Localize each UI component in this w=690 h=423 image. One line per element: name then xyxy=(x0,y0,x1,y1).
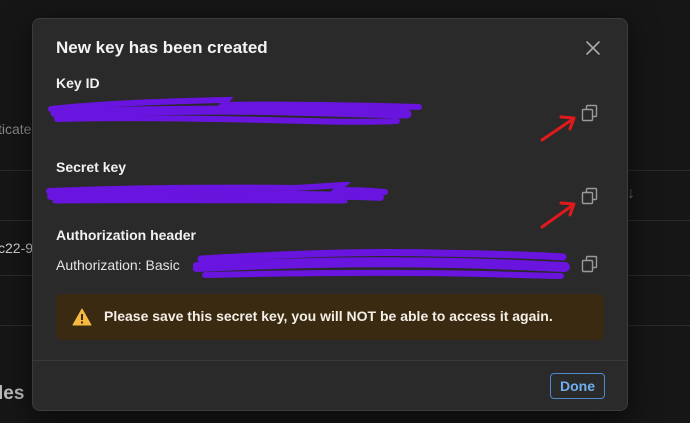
key-id-redaction xyxy=(48,96,422,125)
copy-secret-key-button[interactable] xyxy=(580,186,600,206)
close-button[interactable] xyxy=(582,37,604,59)
authorization-header-redaction xyxy=(193,248,570,279)
background-heading: les xyxy=(0,383,25,404)
warning-banner: Please save this secret key, you will NO… xyxy=(56,294,604,340)
copy-icon xyxy=(581,104,598,122)
warning-message: Please save this secret key, you will NO… xyxy=(104,308,553,324)
warning-triangle-icon xyxy=(72,308,92,326)
new-key-dialog: New key has been created Key ID Secret k… xyxy=(32,18,628,411)
secret-key-redaction xyxy=(46,182,388,204)
done-button[interactable]: Done xyxy=(550,373,605,399)
close-icon xyxy=(586,41,600,55)
copy-authorization-header-button[interactable] xyxy=(580,254,600,274)
dialog-title: New key has been created xyxy=(56,38,268,57)
key-id-label: Key ID xyxy=(56,75,100,91)
arrow-down-icon: ↓ xyxy=(627,185,635,202)
copy-icon xyxy=(581,255,598,273)
secret-key-label: Secret key xyxy=(56,159,127,175)
authorization-header-label: Authorization header xyxy=(56,227,197,243)
copy-key-id-button[interactable] xyxy=(580,103,600,123)
annotation-arrow xyxy=(540,115,576,142)
annotation-arrow xyxy=(540,201,576,229)
background-row-fragment: c22-9 xyxy=(0,240,34,256)
footer-divider xyxy=(33,360,627,361)
background-text-fragment: ticate xyxy=(0,121,32,137)
copy-icon xyxy=(581,187,598,205)
